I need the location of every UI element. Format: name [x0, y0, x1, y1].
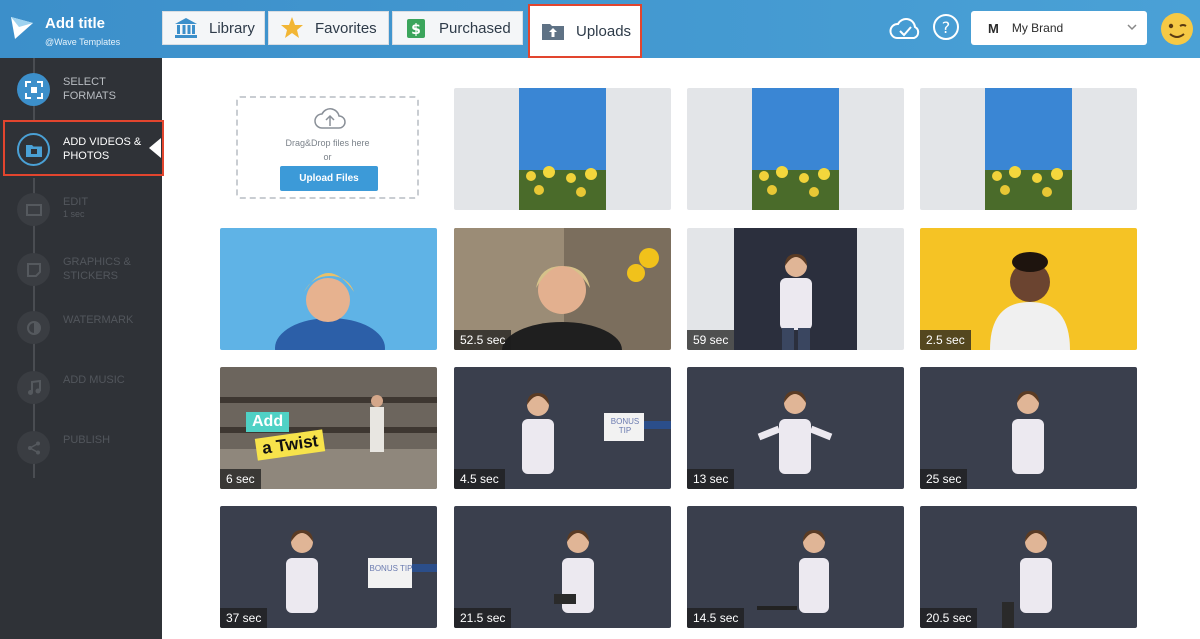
- edit-icon: [17, 193, 50, 226]
- media-thumbnail: [985, 88, 1072, 210]
- media-tile[interactable]: 14.5 sec: [687, 506, 904, 628]
- media-tile[interactable]: [687, 88, 904, 210]
- active-step-highlight: [3, 120, 164, 176]
- star-icon: [279, 15, 305, 41]
- duration-badge: 4.5 sec: [454, 469, 505, 489]
- step-watermark[interactable]: WATERMARK: [0, 298, 162, 356]
- duration-badge: 20.5 sec: [920, 608, 978, 628]
- media-tile[interactable]: BONUS TIP 37 sec: [220, 506, 437, 628]
- bonus-tip-sign: BONUS TIP: [610, 417, 640, 435]
- avatar[interactable]: [1160, 12, 1194, 46]
- duration-badge: 59 sec: [687, 330, 735, 350]
- help-icon[interactable]: ?: [931, 12, 961, 42]
- watermark-icon: [17, 311, 50, 344]
- media-thumbnail: [519, 88, 606, 210]
- select-formats-icon: [17, 73, 50, 106]
- project-title[interactable]: Add title: [45, 15, 105, 32]
- step-sub: 1 sec: [63, 209, 85, 219]
- svg-text:?: ?: [942, 18, 951, 37]
- active-step-pointer: [149, 138, 161, 158]
- upload-files-button[interactable]: Upload Files: [280, 166, 378, 191]
- uploads-folder-icon: [540, 18, 566, 44]
- media-tile[interactable]: 20.5 sec: [920, 506, 1137, 628]
- brand-select[interactable]: M My Brand: [971, 11, 1147, 45]
- tab-library[interactable]: Library: [162, 11, 265, 45]
- tab-library-label: Library: [209, 19, 255, 37]
- step-label: EDIT: [63, 196, 89, 208]
- chevron-down-icon: [1127, 24, 1137, 31]
- step-add-music[interactable]: ADD MUSIC: [0, 358, 162, 416]
- svg-text:$: $: [411, 22, 421, 38]
- duration-badge: 13 sec: [687, 469, 735, 489]
- brand-name: My Brand: [1011, 21, 1064, 35]
- duration-badge: 2.5 sec: [920, 330, 971, 350]
- step-label: GRAPHICS & STICKERS: [63, 256, 131, 282]
- media-tile[interactable]: 2.5 sec: [920, 228, 1137, 350]
- step-edit[interactable]: EDIT 1 sec: [0, 180, 162, 238]
- step-label: PUBLISH: [63, 434, 111, 446]
- media-tile[interactable]: 13 sec: [687, 367, 904, 489]
- media-thumbnail: [220, 228, 437, 350]
- media-tile[interactable]: [220, 228, 437, 350]
- media-tile[interactable]: [454, 88, 671, 210]
- step-label: SELECT FORMATS: [63, 76, 116, 102]
- duration-badge: 37 sec: [220, 608, 268, 628]
- step-label: ADD MUSIC: [63, 374, 125, 386]
- media-tile[interactable]: BONUS TIP 4.5 sec: [454, 367, 671, 489]
- purchased-icon: $: [403, 15, 429, 41]
- media-tile[interactable]: 21.5 sec: [454, 506, 671, 628]
- cloud-upload-icon: [314, 108, 346, 129]
- media-tile[interactable]: [920, 88, 1137, 210]
- duration-badge: 52.5 sec: [454, 330, 512, 350]
- media-tile[interactable]: 59 sec: [687, 228, 904, 350]
- duration-badge: 25 sec: [920, 469, 968, 489]
- tab-uploads[interactable]: Uploads: [528, 4, 642, 58]
- tab-uploads-label: Uploads: [576, 22, 632, 40]
- step-publish[interactable]: PUBLISH: [0, 418, 162, 476]
- upload-drop-zone[interactable]: Drag&Drop files here or Upload Files: [236, 96, 419, 199]
- project-subtitle: @Wave Templates: [45, 37, 121, 47]
- wave-logo-icon[interactable]: [9, 15, 35, 41]
- bonus-tip-sign: BONUS TIP: [369, 564, 413, 573]
- step-graphics-stickers[interactable]: GRAPHICS & STICKERS: [0, 240, 162, 298]
- duration-badge: 6 sec: [220, 469, 261, 489]
- tab-favorites-label: Favorites: [315, 19, 377, 37]
- media-thumbnail: [752, 88, 839, 210]
- media-tile[interactable]: 52.5 sec: [454, 228, 671, 350]
- app-header: Add title @Wave Templates: [0, 0, 162, 58]
- tab-purchased[interactable]: $ Purchased: [392, 11, 523, 45]
- music-note-icon: [17, 371, 50, 404]
- step-label: WATERMARK: [63, 314, 134, 326]
- tab-purchased-label: Purchased: [439, 19, 511, 37]
- library-icon: [173, 15, 199, 41]
- media-tile[interactable]: 25 sec: [920, 367, 1137, 489]
- drop-or: or: [323, 152, 332, 162]
- duration-badge: 21.5 sec: [454, 608, 512, 628]
- duration-badge: 14.5 sec: [687, 608, 745, 628]
- tab-favorites[interactable]: Favorites: [268, 11, 389, 45]
- media-thumbnail: [734, 228, 857, 350]
- sticker-icon: [17, 253, 50, 286]
- cloud-sync-icon[interactable]: [888, 12, 922, 46]
- media-tile[interactable]: Add a Twist 6 sec: [220, 367, 437, 489]
- brand-initial: M: [988, 20, 999, 36]
- step-select-formats[interactable]: SELECT FORMATS: [0, 60, 162, 118]
- share-icon: [17, 431, 50, 464]
- sticker-text-add: Add: [246, 412, 290, 432]
- drop-hint: Drag&Drop files here: [285, 138, 370, 148]
